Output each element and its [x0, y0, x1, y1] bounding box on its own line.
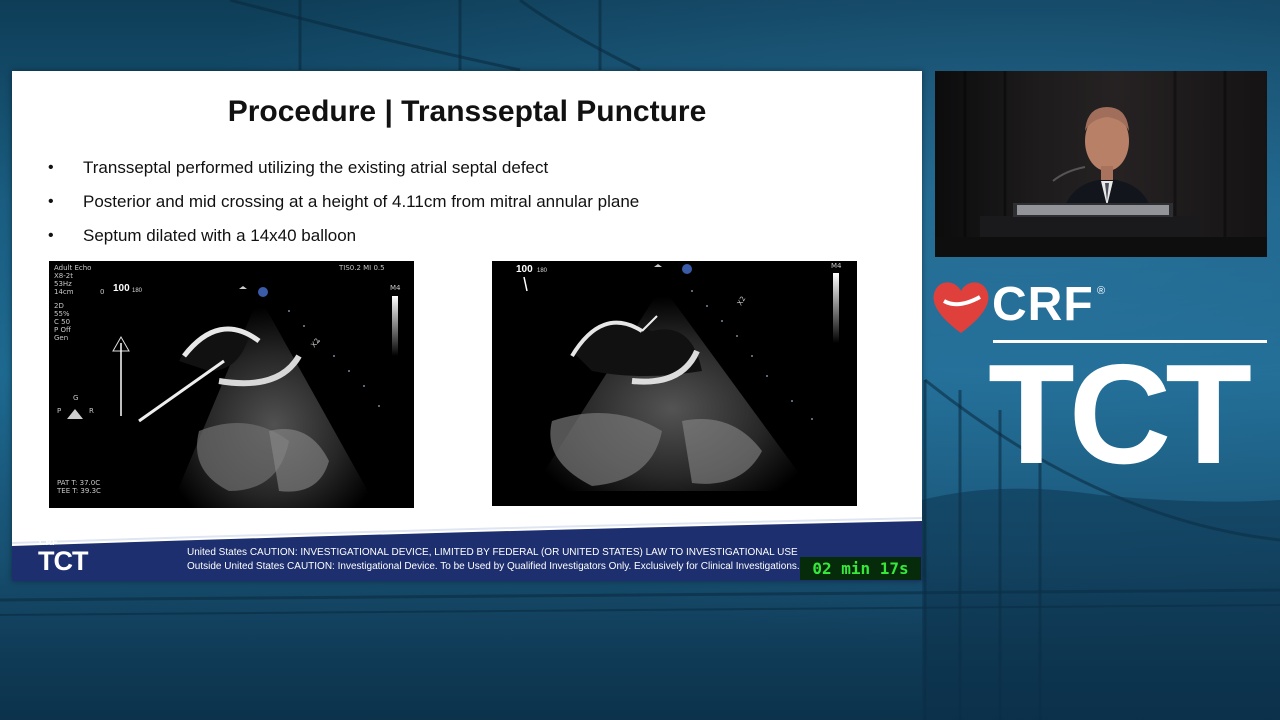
- echo-scan-left: [67, 286, 398, 508]
- presentation-timer: 02 min 17s: [800, 557, 921, 580]
- echo-angle-max: 180: [132, 288, 143, 294]
- caution-outside-us: Outside United States CAUTION: Investiga…: [187, 561, 800, 572]
- echo-orientation-p: P: [57, 407, 62, 415]
- bullet-dot: •: [48, 193, 54, 210]
- echo-marker: M4: [390, 284, 401, 292]
- echo-angle-zero: 0: [100, 288, 105, 296]
- bullet-dot: •: [48, 227, 54, 244]
- brand-crf-text: CRF: [992, 278, 1094, 331]
- caution-us: United States CAUTION: INVESTIGATIONAL D…: [187, 547, 798, 558]
- bullet-list: • Transseptal performed utilizing the exi…: [48, 157, 639, 259]
- crf-heart-icon: [933, 282, 989, 333]
- presentation-slide: Procedure | Transseptal Puncture • Transs…: [12, 71, 922, 581]
- slide-title: Procedure | Transseptal Puncture: [227, 95, 707, 128]
- bullet-item: • Septum dilated with a 14x40 balloon: [48, 226, 357, 245]
- speaker-video: [935, 71, 1267, 257]
- echo-angle: 100: [516, 264, 533, 275]
- brand-registered-mark: ®: [1097, 285, 1106, 297]
- echo-image-left: Adult Echo X8-2t 53Hz 14cm 2D 55% C 50 P…: [49, 261, 414, 508]
- bullet-item: • Transseptal performed utilizing the exi…: [48, 158, 549, 177]
- echo-angle: 100: [113, 283, 130, 294]
- brand-tct-text: TCT: [988, 335, 1252, 494]
- echo-angle-max: 180: [537, 268, 548, 274]
- bottom-glow: [0, 560, 1280, 720]
- echo-marker: M4: [831, 262, 842, 270]
- echo-orientation-r: R: [89, 407, 94, 415]
- bullet-item: • Posterior and mid crossing at a height …: [48, 192, 640, 211]
- echo-index-readout: TIS0.2 MI 0.5: [339, 264, 385, 272]
- bullet-dot: •: [48, 159, 54, 176]
- speaker-video-frame: [935, 71, 1267, 257]
- echo-image-right: 100 180 M4 X2: [492, 261, 857, 506]
- echo-orientation-g: G: [73, 394, 79, 402]
- echo-settings: Adult Echo X8-2t 53Hz 14cm 2D 55% C 50 P…: [54, 264, 92, 342]
- footer-logo-tct: TCT: [38, 546, 88, 576]
- echo-scan-right: [523, 264, 839, 491]
